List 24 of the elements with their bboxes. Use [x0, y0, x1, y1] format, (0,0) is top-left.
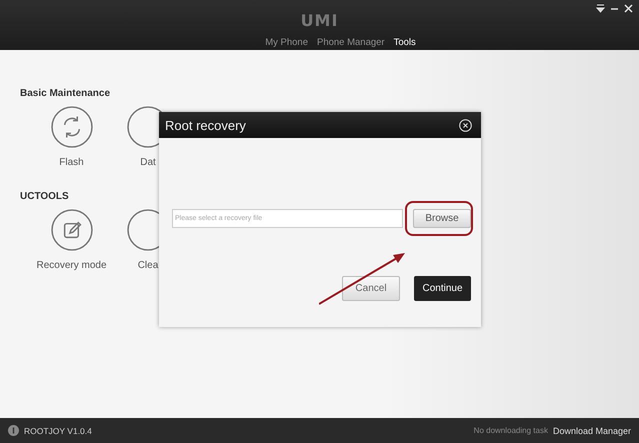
browse-button[interactable]: Browse [413, 209, 471, 228]
dialog-title: Root recovery [165, 118, 246, 132]
logo: UMI [300, 11, 338, 31]
highlight-outline [405, 201, 473, 236]
section-title: Basic Maintenance [20, 88, 112, 99]
continue-button[interactable]: Continue [414, 276, 471, 301]
sync-icon[interactable] [50, 106, 92, 148]
tool-label[interactable]: Flash [59, 157, 84, 168]
info-icon[interactable] [8, 425, 19, 436]
download-status: No downloading task [474, 426, 548, 435]
section-title: UCTOOLS [20, 191, 70, 202]
menu-icon[interactable] [596, 4, 605, 13]
tool-label[interactable]: Recovery mode [36, 260, 107, 271]
close-icon[interactable] [459, 118, 472, 132]
tool-label[interactable]: Dat [140, 157, 156, 168]
nav-tab[interactable]: My Phone [265, 37, 308, 48]
tool-label[interactable]: Clea [138, 260, 158, 271]
edit-icon[interactable] [50, 209, 92, 251]
app-version: ROOTJOY V1.0.4 [24, 426, 92, 436]
nav-tab[interactable]: Phone Manager [316, 37, 385, 48]
nav-tab[interactable]: Tools [394, 37, 416, 48]
download-manager-link[interactable]: Download Manager [552, 426, 631, 436]
close-icon[interactable] [624, 4, 633, 13]
cancel-button[interactable]: Cancel [342, 276, 400, 301]
